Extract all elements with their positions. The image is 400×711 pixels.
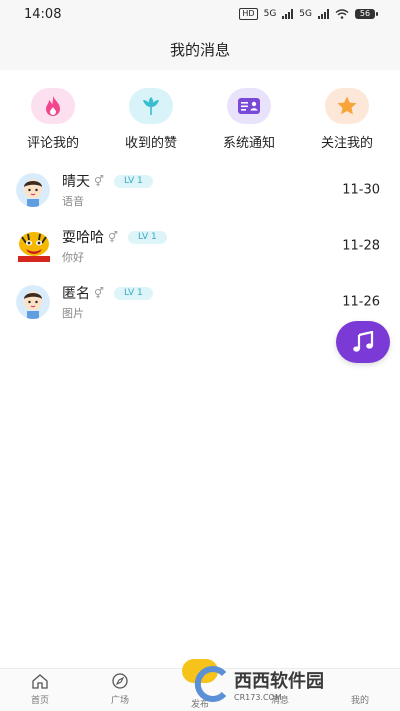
status-bar: 14:08 HD 5G 5G 56 [0,0,400,28]
boy-avatar [16,285,50,319]
flower-icon [129,88,173,124]
status-time: 14:08 [24,6,62,22]
message-time: 11-30 [342,182,380,198]
message-preview: 图片 [62,307,84,320]
network-label-2: 5G [299,9,312,19]
wifi-icon [335,9,349,19]
category-followers[interactable]: 关注我的 [301,88,393,154]
category-label: 评论我的 [26,136,79,151]
message-body: 匿名 ⚥ LV 1 图片 [62,283,153,321]
page-title: 我的消息 [169,40,230,59]
watermark-c-icon [194,666,227,702]
status-icons: HD 5G 5G 56 [239,8,378,20]
category-label: 系统通知 [222,136,275,151]
message-preview: 语音 [62,195,84,208]
category-comments[interactable]: 评论我的 [7,88,99,154]
id-card-icon [227,88,271,124]
message-item[interactable]: 晴天 ⚥ LV 1 语音 11-30 [0,162,400,218]
compass-icon [112,673,128,689]
flame-icon [31,88,75,124]
sender-name: 耍哈哈 [62,230,104,246]
boy-avatar [16,173,50,207]
hd-indicator: HD [239,8,258,20]
category-label: 关注我的 [320,136,373,151]
gender-icon: ⚥ [94,174,104,188]
tab-label: 首页 [30,696,49,706]
tab-square[interactable]: 广场 [85,669,155,711]
music-button[interactable] [336,321,390,363]
level-badge: LV 1 [127,230,167,244]
watermark-sub: CR173.COM [234,692,282,702]
message-item[interactable]: 匿名 ⚥ LV 1 图片 11-26 [0,274,400,330]
watermark-logo: 西西软件园 CR173.COM [190,662,390,706]
signal-icon [282,9,294,19]
sender-name: 匿名 [62,286,90,302]
message-time: 11-26 [342,294,380,310]
page-header: 我的消息 [0,28,400,70]
message-list: 晴天 ⚥ LV 1 语音 11-30 耍哈哈 ⚥ LV 1 你好 11-28 匿… [0,162,400,330]
star-icon [325,88,369,124]
tab-label: 广场 [110,696,129,706]
gender-icon: ⚥ [94,286,104,300]
level-badge: LV 1 [113,286,153,300]
message-item[interactable]: 耍哈哈 ⚥ LV 1 你好 11-28 [0,218,400,274]
tiger-avatar [16,229,52,263]
message-preview: 你好 [62,251,84,264]
battery-level: 56 [355,9,375,19]
category-likes[interactable]: 收到的赞 [105,88,197,154]
watermark-text: 西西软件园 [234,670,324,692]
network-label-1: 5G [263,9,277,19]
message-body: 耍哈哈 ⚥ LV 1 你好 [62,227,167,265]
home-icon [32,674,48,689]
category-system[interactable]: 系统通知 [203,88,295,154]
music-note-icon [353,331,374,352]
level-badge: LV 1 [113,174,153,188]
message-body: 晴天 ⚥ LV 1 语音 [62,171,153,209]
category-label: 收到的赞 [124,136,177,151]
gender-icon: ⚥ [108,230,118,244]
tab-home[interactable]: 首页 [5,669,75,711]
sender-name: 晴天 [62,174,90,190]
signal-icon-2 [318,9,329,19]
battery-icon: 56 [355,9,378,19]
message-categories: 评论我的 收到的赞 系统通知 关注我的 [0,88,400,154]
message-time: 11-28 [342,238,380,254]
